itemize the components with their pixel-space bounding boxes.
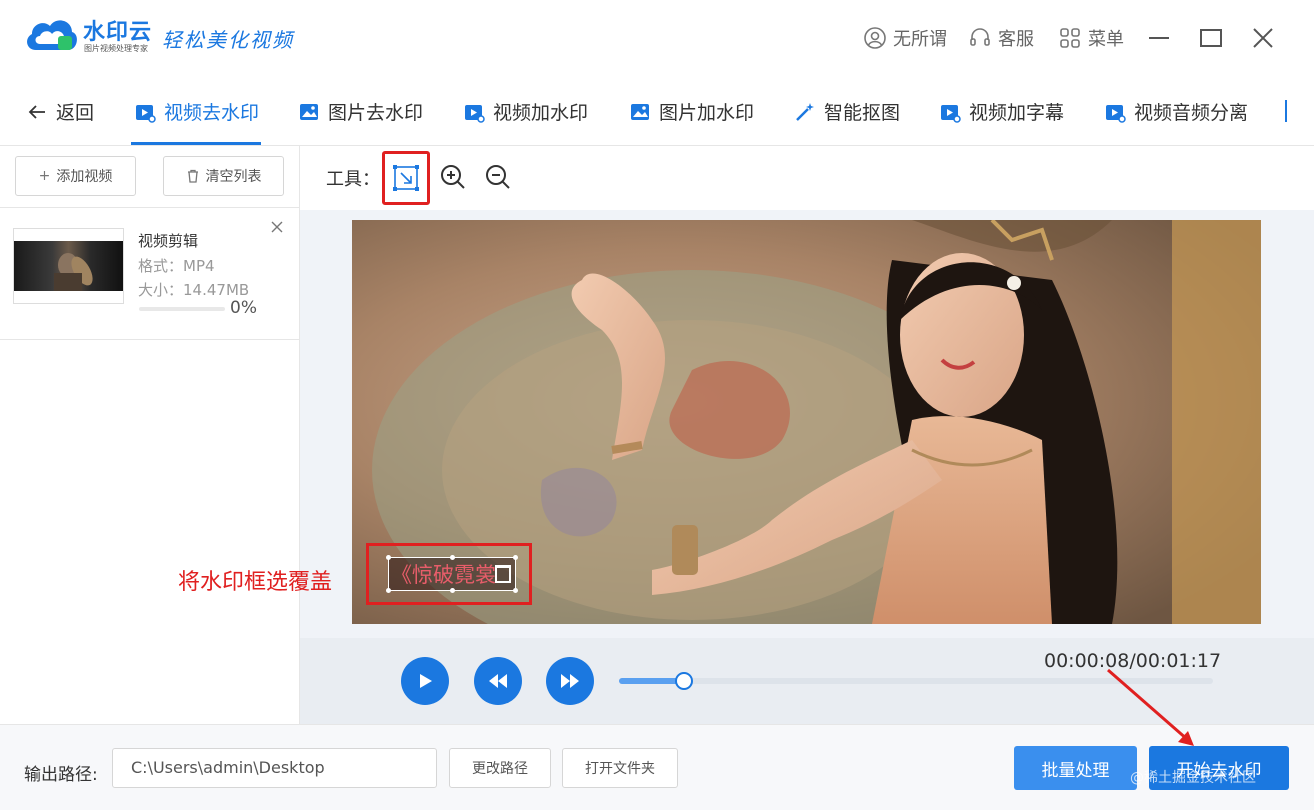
progress-slider[interactable] [619,672,1213,690]
tab-video-remove-watermark[interactable]: 视频去水印 [134,98,259,125]
app-slogan: 轻松美化视频 [162,28,294,52]
tab-label: 视频加字幕 [969,102,1065,124]
output-bar: 输出路径: C:\Users\admin\Desktop 更改路径 打开文件夹 … [0,724,1314,810]
play-icon [420,674,432,688]
image-icon [300,103,318,120]
tab-label: 视频去水印 [164,102,260,124]
brand-subtitle: 图片视频处理专家 [84,44,148,53]
fast-forward-icon [561,674,579,688]
tab-image-remove-watermark[interactable]: 图片去水印 [298,98,423,125]
user-name: 无所谓 [893,29,947,50]
back-button[interactable]: 返回 [26,98,94,125]
file-format: 格式：MP4 [138,257,215,275]
annotation-text: 将水印框选覆盖 [178,570,333,595]
tab-video-audio-separate[interactable]: 视频音频分离 [1104,98,1248,125]
fast-forward-button[interactable] [546,657,594,705]
file-list-panel: + 添加视频 清空列表 视频剪辑 格式：MP4 大小：14.47MB 0% [0,146,300,724]
video-thumbnail [13,228,124,304]
zoom-out-icon[interactable] [484,163,512,191]
title-bar: 水印云 图片视频处理专家 轻松美化视频 无所谓 客服 菜单 [0,0,1314,76]
select-box-icon [393,165,419,191]
tab-image-add-watermark[interactable]: 图片加水印 [629,98,754,125]
file-name: 视频剪辑 [138,232,199,250]
output-path-field[interactable]: C:\Users\admin\Desktop [112,748,437,788]
minimize-button[interactable] [1145,24,1173,52]
list-item[interactable]: 视频剪辑 格式：MP4 大小：14.47MB 0% [0,208,300,340]
function-nav: 返回 视频去水印 图片去水印 视频加水印 图片加水印 智能抠图 视频加字幕 视频… [0,76,1314,146]
play-button[interactable] [401,657,449,705]
player-controls: 00:00:08/00:01:17 [300,638,1314,724]
rewind-icon [489,674,507,688]
source-watermark: @稀土掘金技术社区 [1130,770,1256,786]
add-video-label: 添加视频 [56,169,113,185]
clear-list-button[interactable]: 清空列表 [163,156,284,196]
customer-service[interactable]: 客服 [968,25,1034,51]
tab-video-add-subtitles[interactable]: 视频加字幕 [939,98,1064,125]
maximize-icon [1200,29,1222,47]
user-account[interactable]: 无所谓 [863,25,947,51]
annotation-highlight-box [366,543,532,605]
close-button[interactable] [1249,24,1277,52]
video-icon [465,104,485,123]
back-label: 返回 [56,102,95,124]
file-size: 大小：14.47MB [138,281,250,299]
clear-list-label: 清空列表 [205,169,262,185]
tool-bar: 工具： [300,146,1314,210]
batch-process-button[interactable]: 批量处理 [1014,746,1137,790]
nav-scroll-edge [1285,100,1287,122]
output-path-label: 输出路径: [24,765,98,785]
selection-tool-button[interactable] [382,151,430,205]
image-icon [631,103,649,120]
video-icon [941,104,961,123]
close-icon [271,221,283,233]
user-icon [864,27,886,49]
cloud-logo-icon [27,20,77,50]
tab-video-add-watermark[interactable]: 视频加水印 [463,98,588,125]
tab-smart-cutout[interactable]: 智能抠图 [794,98,900,125]
tab-label: 视频音频分离 [1134,102,1249,124]
tab-label: 图片去水印 [328,102,424,124]
menu-label: 菜单 [1088,29,1124,50]
arrow-left-icon [28,104,45,119]
tools-label: 工具： [326,169,380,190]
video-icon [1106,104,1126,123]
trash-icon [187,169,198,183]
headset-icon [970,28,990,46]
file-progress-bar [139,307,225,311]
remove-file-button[interactable] [270,218,284,239]
magic-wand-icon [796,102,814,121]
maximize-button[interactable] [1197,24,1225,52]
main-menu[interactable]: 菜单 [1058,25,1124,51]
minimize-icon [1149,37,1169,39]
plus-icon: + [38,168,51,184]
tab-label: 视频加水印 [493,102,589,124]
progress-knob[interactable] [675,672,694,690]
playback-time: 00:00:08/00:01:17 [1044,650,1222,672]
zoom-in-icon[interactable] [439,163,467,191]
rewind-button[interactable] [474,657,522,705]
change-path-button[interactable]: 更改路径 [449,748,551,788]
active-tab-indicator [131,142,261,145]
file-progress-percent: 0% [230,298,257,318]
tab-label: 图片加水印 [659,102,755,124]
add-video-button[interactable]: + 添加视频 [15,156,136,196]
grid-menu-icon [1060,28,1080,48]
open-folder-button[interactable]: 打开文件夹 [562,748,678,788]
video-icon [136,104,156,123]
close-icon [1253,28,1273,48]
brand-name: 水印云 [83,20,153,45]
tab-label: 智能抠图 [824,102,901,124]
service-label: 客服 [998,29,1034,50]
